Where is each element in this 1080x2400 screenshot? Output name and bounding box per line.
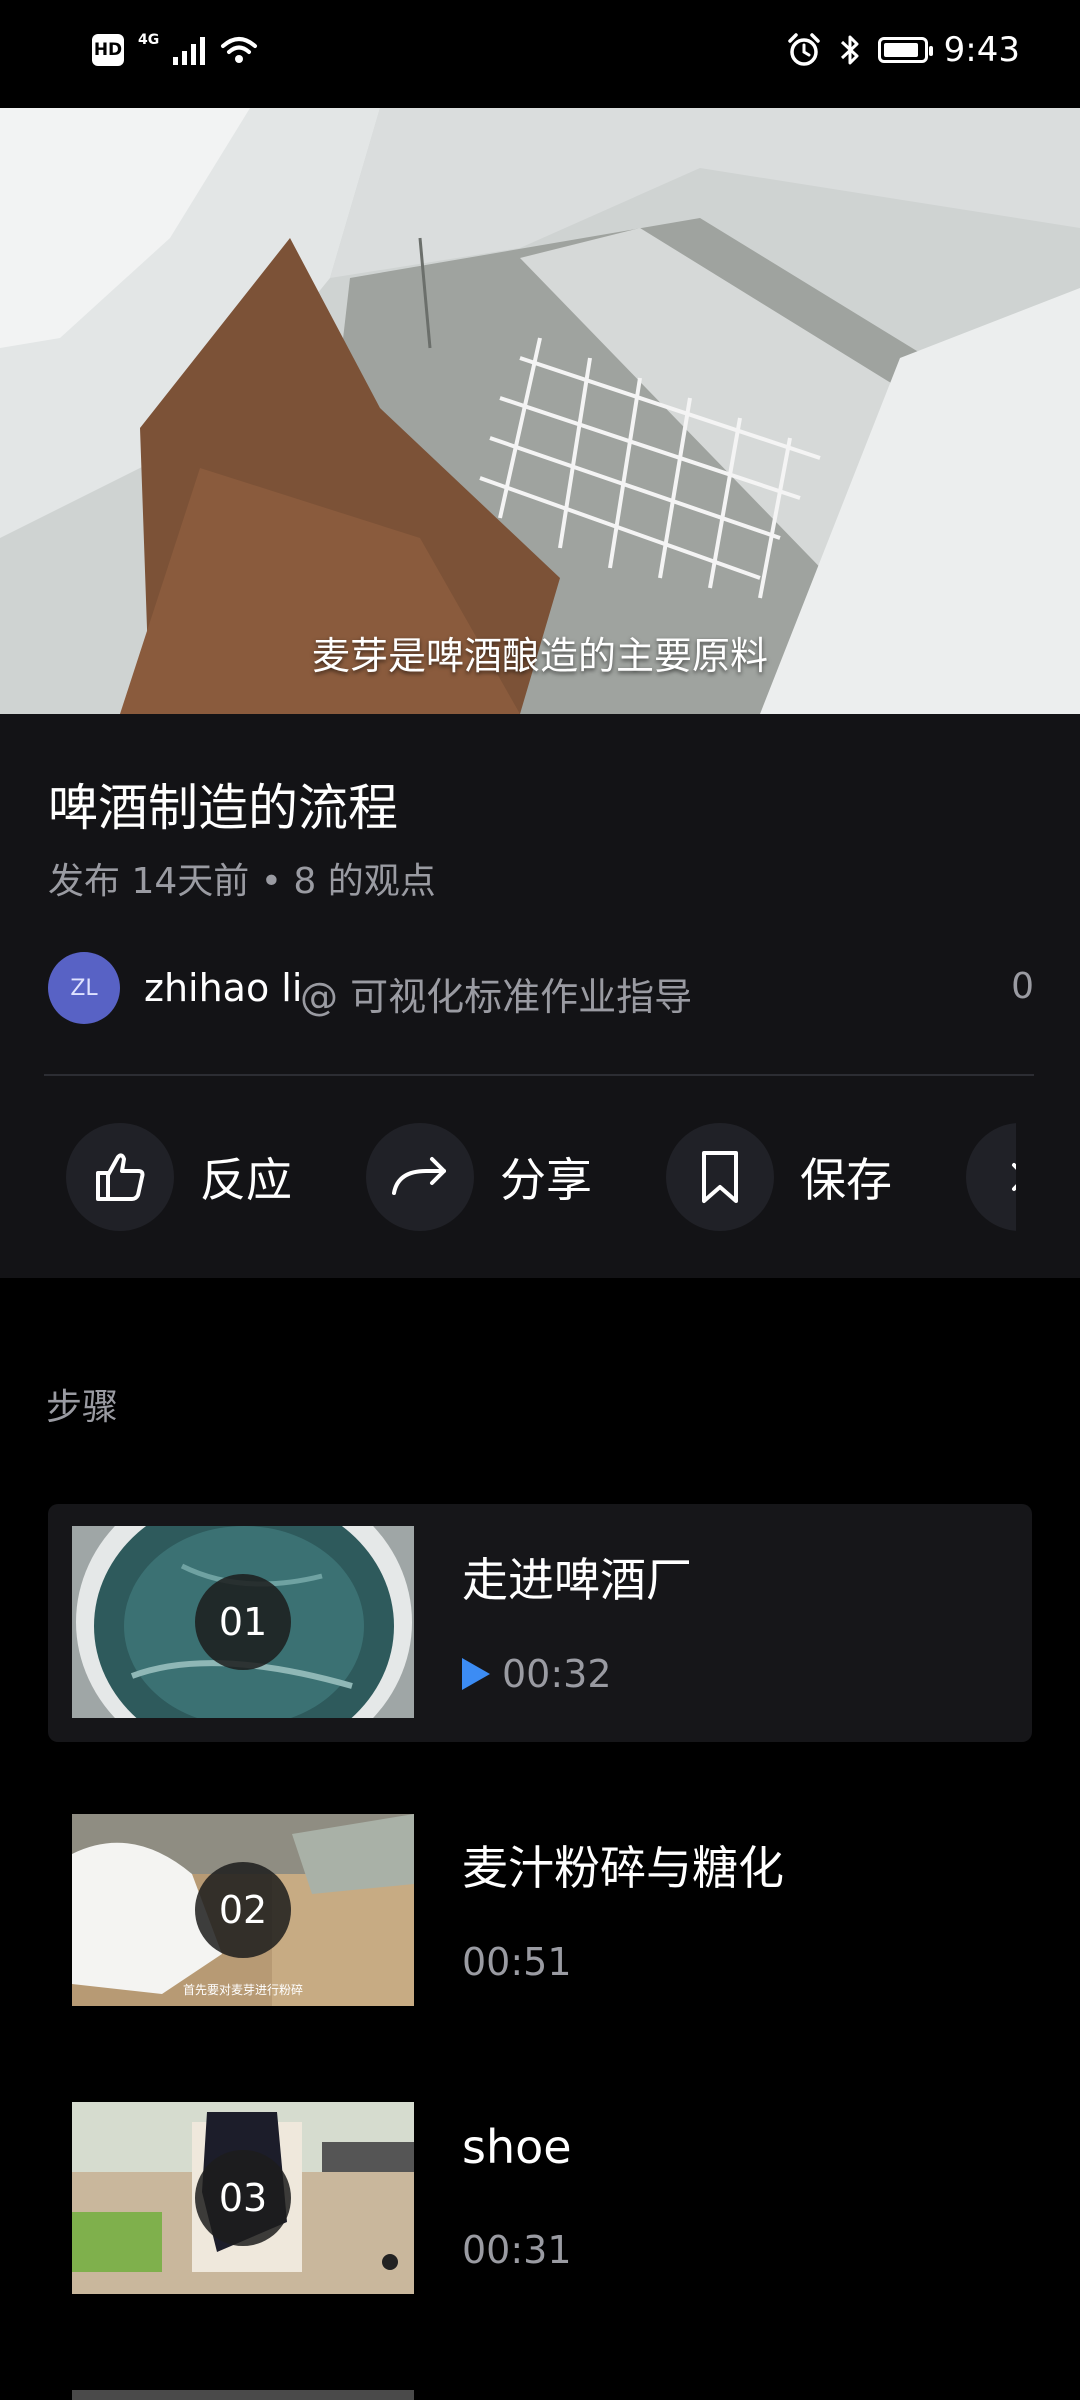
share-arrow-icon <box>392 1157 446 1195</box>
author-count: 0 <box>1011 966 1034 1007</box>
video-info-panel: 啤酒制造的流程 发布 14天前 • 8 的观点 ZL zhihao li @ 可… <box>0 714 1080 1278</box>
hd-icon: HD <box>92 34 124 66</box>
step-thumbnail[interactable]: 02 首先要对麦芽进行粉碎 <box>72 1814 414 2006</box>
step-item-4-thumbnail-peek <box>72 2390 414 2400</box>
react-icon-circle[interactable] <box>66 1123 174 1231</box>
status-bar: HD 4G 9:43 <box>0 0 1080 108</box>
chevron-right-icon <box>1012 1163 1016 1191</box>
step-duration: 00:32 <box>462 1652 612 1696</box>
author-organization[interactable]: @ 可视化标准作业指导 <box>300 966 692 1021</box>
status-left: HD 4G <box>92 32 259 66</box>
step-duration-text: 00:32 <box>502 1652 612 1696</box>
step-item-3[interactable]: 03 shoe 00:31 <box>48 2080 1032 2318</box>
video-meta: 发布 14天前 • 8 的观点 <box>48 861 436 902</box>
step-number-badge: 03 <box>195 2150 291 2246</box>
react-label: 反应 <box>200 1153 292 1207</box>
step-number-badge: 01 <box>195 1574 291 1670</box>
step-thumbnail[interactable]: 03 <box>72 2102 414 2294</box>
battery-icon <box>877 37 933 63</box>
video-title: 啤酒制造的流程 <box>48 779 398 837</box>
wifi-icon <box>221 37 258 63</box>
clock: 9:43 <box>943 30 1020 70</box>
steps-header: 步骤 <box>46 1387 119 1428</box>
step-title: shoe <box>462 2120 572 2174</box>
divider <box>44 1074 1034 1076</box>
step-duration-text: 00:51 <box>462 1940 572 1984</box>
status-right: 9:43 <box>786 30 1020 70</box>
thumbs-up-icon <box>96 1153 145 1201</box>
step-thumbnail[interactable]: 01 <box>72 1526 414 1718</box>
step-item-2[interactable]: 02 首先要对麦芽进行粉碎 麦汁粉碎与糖化 00:51 <box>48 1792 1032 2030</box>
more-actions-icon-circle[interactable] <box>966 1123 1016 1231</box>
alarm-icon <box>787 33 820 66</box>
step-title: 走进啤酒厂 <box>462 1553 692 1607</box>
video-frame-image <box>0 108 1080 714</box>
bookmark-icon <box>702 1151 738 1203</box>
step-duration: 00:31 <box>462 2228 572 2272</box>
save-label: 保存 <box>800 1153 892 1207</box>
step-item-1[interactable]: 01 走进啤酒厂 00:32 <box>48 1504 1032 1742</box>
share-icon-circle[interactable] <box>366 1123 474 1231</box>
step-duration: 00:51 <box>462 1940 572 1984</box>
share-label: 分享 <box>500 1153 592 1207</box>
signal-strength-icon <box>173 35 206 65</box>
play-icon <box>462 1658 490 1690</box>
avatar[interactable]: ZL <box>48 952 120 1024</box>
video-player[interactable]: 麦芽是啤酒酿造的主要原料 <box>0 108 1080 714</box>
step-thumbnail-caption: 首先要对麦芽进行粉碎 <box>182 1983 303 1997</box>
step-title: 麦汁粉碎与糖化 <box>462 1841 784 1895</box>
network-type-label: 4G <box>138 32 160 48</box>
battery-level-fill <box>883 43 918 57</box>
share-button[interactable]: 分享 <box>366 1122 592 1232</box>
video-subtitle: 麦芽是啤酒酿造的主要原料 <box>311 634 768 678</box>
step-duration-text: 00:31 <box>462 2228 572 2272</box>
more-actions-button[interactable] <box>966 1122 1016 1232</box>
author-name[interactable]: zhihao li <box>144 966 302 1010</box>
save-button[interactable]: 保存 <box>666 1122 892 1232</box>
step-number-badge: 02 <box>195 1862 291 1958</box>
react-button[interactable]: 反应 <box>66 1122 292 1232</box>
action-bar: 反应 分享 保存 <box>66 1122 1016 1232</box>
save-icon-circle[interactable] <box>666 1123 774 1231</box>
bluetooth-icon <box>840 35 859 65</box>
author-row[interactable]: ZL zhihao li @ 可视化标准作业指导 0 <box>48 952 1034 1024</box>
